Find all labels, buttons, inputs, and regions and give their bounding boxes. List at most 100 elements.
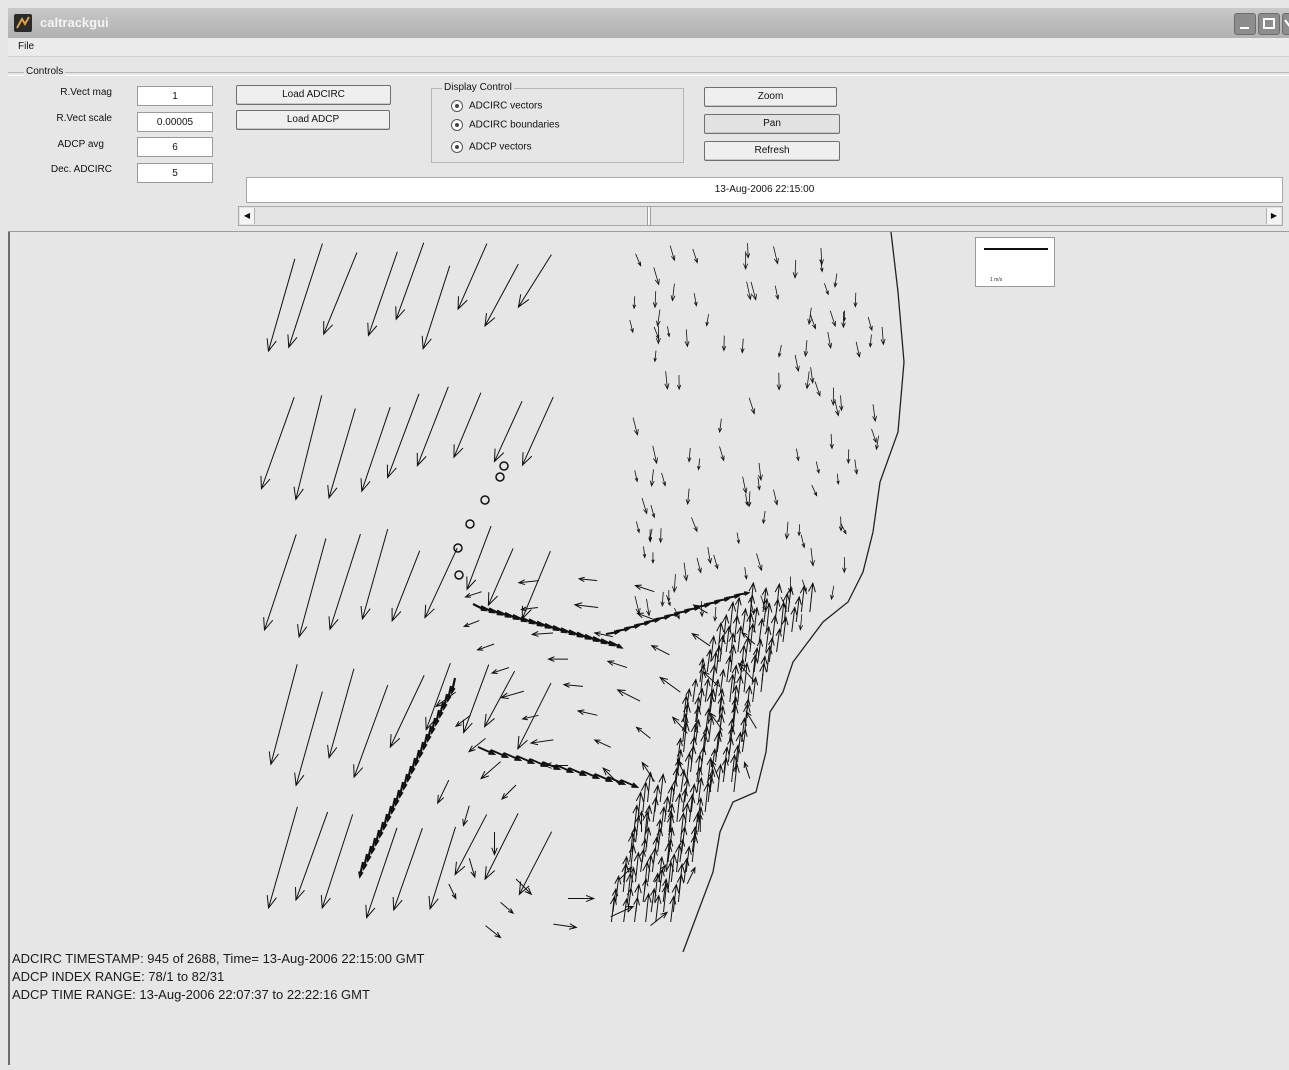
adcirc-vector <box>392 828 423 912</box>
radio-icon[interactable] <box>451 119 463 131</box>
adcirc-vector <box>830 387 836 407</box>
vector-field-svg <box>260 231 905 953</box>
close-icon[interactable] <box>1282 13 1289 35</box>
time-slider[interactable]: ◀ ▶ <box>238 206 1283 226</box>
adcirc-vector <box>365 827 398 920</box>
adcirc-vector <box>485 925 502 939</box>
adcirc-vector <box>692 248 699 264</box>
pan-button[interactable]: Pan <box>704 114 840 134</box>
adcirc-vector <box>610 905 635 918</box>
time-slider-thumb[interactable] <box>646 206 651 226</box>
option-adcp-vectors[interactable]: ADCP vectors <box>451 141 532 153</box>
menu-file[interactable]: File <box>18 41 34 52</box>
adcirc-vector <box>670 283 676 302</box>
refresh-button[interactable]: Refresh <box>704 141 840 161</box>
adcirc-vector <box>758 617 765 643</box>
adcirc-vector <box>810 314 817 330</box>
option-adcirc-boundaries[interactable]: ADCIRC boundaries <box>451 119 560 131</box>
adcirc-vector <box>794 595 802 623</box>
adcirc-vector <box>327 668 355 760</box>
adcirc-vector <box>683 562 689 582</box>
adcirc-vector <box>872 404 877 423</box>
adcirc-vector <box>553 923 578 930</box>
adcirc-vector <box>669 245 676 262</box>
radio-icon[interactable] <box>451 141 463 153</box>
adcirc-vector <box>748 397 756 415</box>
adcirc-vector <box>819 248 824 266</box>
adcirc-vector <box>721 335 727 352</box>
controls-panel-frame <box>8 72 1289 76</box>
adcirc-vector <box>634 595 641 615</box>
adcirc-vector <box>562 682 583 688</box>
radio-icon[interactable] <box>451 100 463 112</box>
adcirc-vector <box>635 521 640 534</box>
adcirc-vector <box>266 806 298 910</box>
adcirc-vector <box>327 408 356 500</box>
adcirc-vector <box>745 243 751 259</box>
adcirc-vector <box>740 338 745 354</box>
adcirc-vector <box>437 779 450 805</box>
adcirc-timestamp-text: ADCIRC TIMESTAMP: 945 of 2688, Time= 13-… <box>12 951 425 966</box>
adcirc-vector <box>606 660 628 669</box>
adcirc-vector <box>517 579 539 586</box>
maximize-icon[interactable] <box>1258 13 1280 35</box>
minimize-icon[interactable] <box>1234 13 1256 35</box>
rvect-mag-label: R.Vect mag <box>60 87 112 98</box>
adcirc-vector <box>687 447 692 463</box>
adcirc-vector <box>744 567 748 580</box>
slider-right-arrow-icon[interactable]: ▶ <box>1266 208 1281 224</box>
slider-left-arrow-icon[interactable]: ◀ <box>240 208 255 224</box>
adcirc-vector <box>685 488 691 506</box>
rvect-mag-input[interactable]: 1 <box>137 86 213 106</box>
adcirc-vector <box>297 538 327 639</box>
adcp-avg-input[interactable]: 6 <box>137 137 213 157</box>
adcirc-vector <box>655 309 661 327</box>
vector-plot-area[interactable]: 1 m/s <box>8 231 1289 1065</box>
adcirc-vector <box>759 661 768 693</box>
adcirc-vector <box>808 581 816 613</box>
adcirc-vector <box>667 590 671 603</box>
adcirc-vector <box>691 678 699 703</box>
adcirc-vector <box>547 656 568 662</box>
adcirc-vector <box>518 831 553 896</box>
adcirc-vector <box>320 814 354 910</box>
adcirc-vector <box>602 767 621 786</box>
adcirc-vector <box>762 510 766 525</box>
adcirc-vector <box>652 291 658 309</box>
dec-adcirc-input[interactable]: 5 <box>137 163 213 183</box>
zoom-button[interactable]: Zoom <box>704 87 837 107</box>
adcirc-vector <box>745 493 749 507</box>
option-adcirc-vectors[interactable]: ADCIRC vectors <box>451 100 542 112</box>
adcirc-vector <box>834 399 840 417</box>
adcp-station-marker <box>454 570 464 580</box>
adcirc-vector <box>829 433 834 450</box>
adcirc-vector <box>674 843 683 873</box>
adcirc-vector <box>811 484 818 497</box>
adcirc-vector <box>484 263 519 328</box>
load-adcp-button[interactable]: Load ADCP <box>236 110 390 130</box>
adcirc-vector <box>792 259 798 279</box>
adcirc-vector <box>757 477 761 491</box>
controls-panel-label: Controls <box>24 66 66 77</box>
rvect-scale-input[interactable]: 0.00005 <box>137 112 213 132</box>
adcirc-vector <box>703 781 712 813</box>
adcirc-vector <box>529 738 554 746</box>
adcirc-vector <box>833 273 838 288</box>
adcirc-vector <box>776 372 782 391</box>
load-adcirc-button[interactable]: Load ADCIRC <box>236 85 391 105</box>
adcirc-vector <box>517 254 552 309</box>
adcirc-vector <box>784 521 790 540</box>
adcirc-vector <box>633 851 642 883</box>
adcirc-vector <box>653 350 657 363</box>
adcirc-vector <box>476 643 495 651</box>
adcirc-vector <box>520 606 538 612</box>
adcirc-vector <box>360 406 391 493</box>
menu-bar: File <box>8 38 1289 57</box>
adcirc-vector <box>765 644 773 673</box>
adcirc-vector <box>781 615 789 643</box>
adcirc-vector <box>713 606 718 622</box>
adcirc-vector <box>689 744 697 773</box>
adcirc-vector <box>809 367 815 384</box>
adcirc-vector <box>462 805 470 827</box>
adcirc-vector <box>836 473 840 486</box>
